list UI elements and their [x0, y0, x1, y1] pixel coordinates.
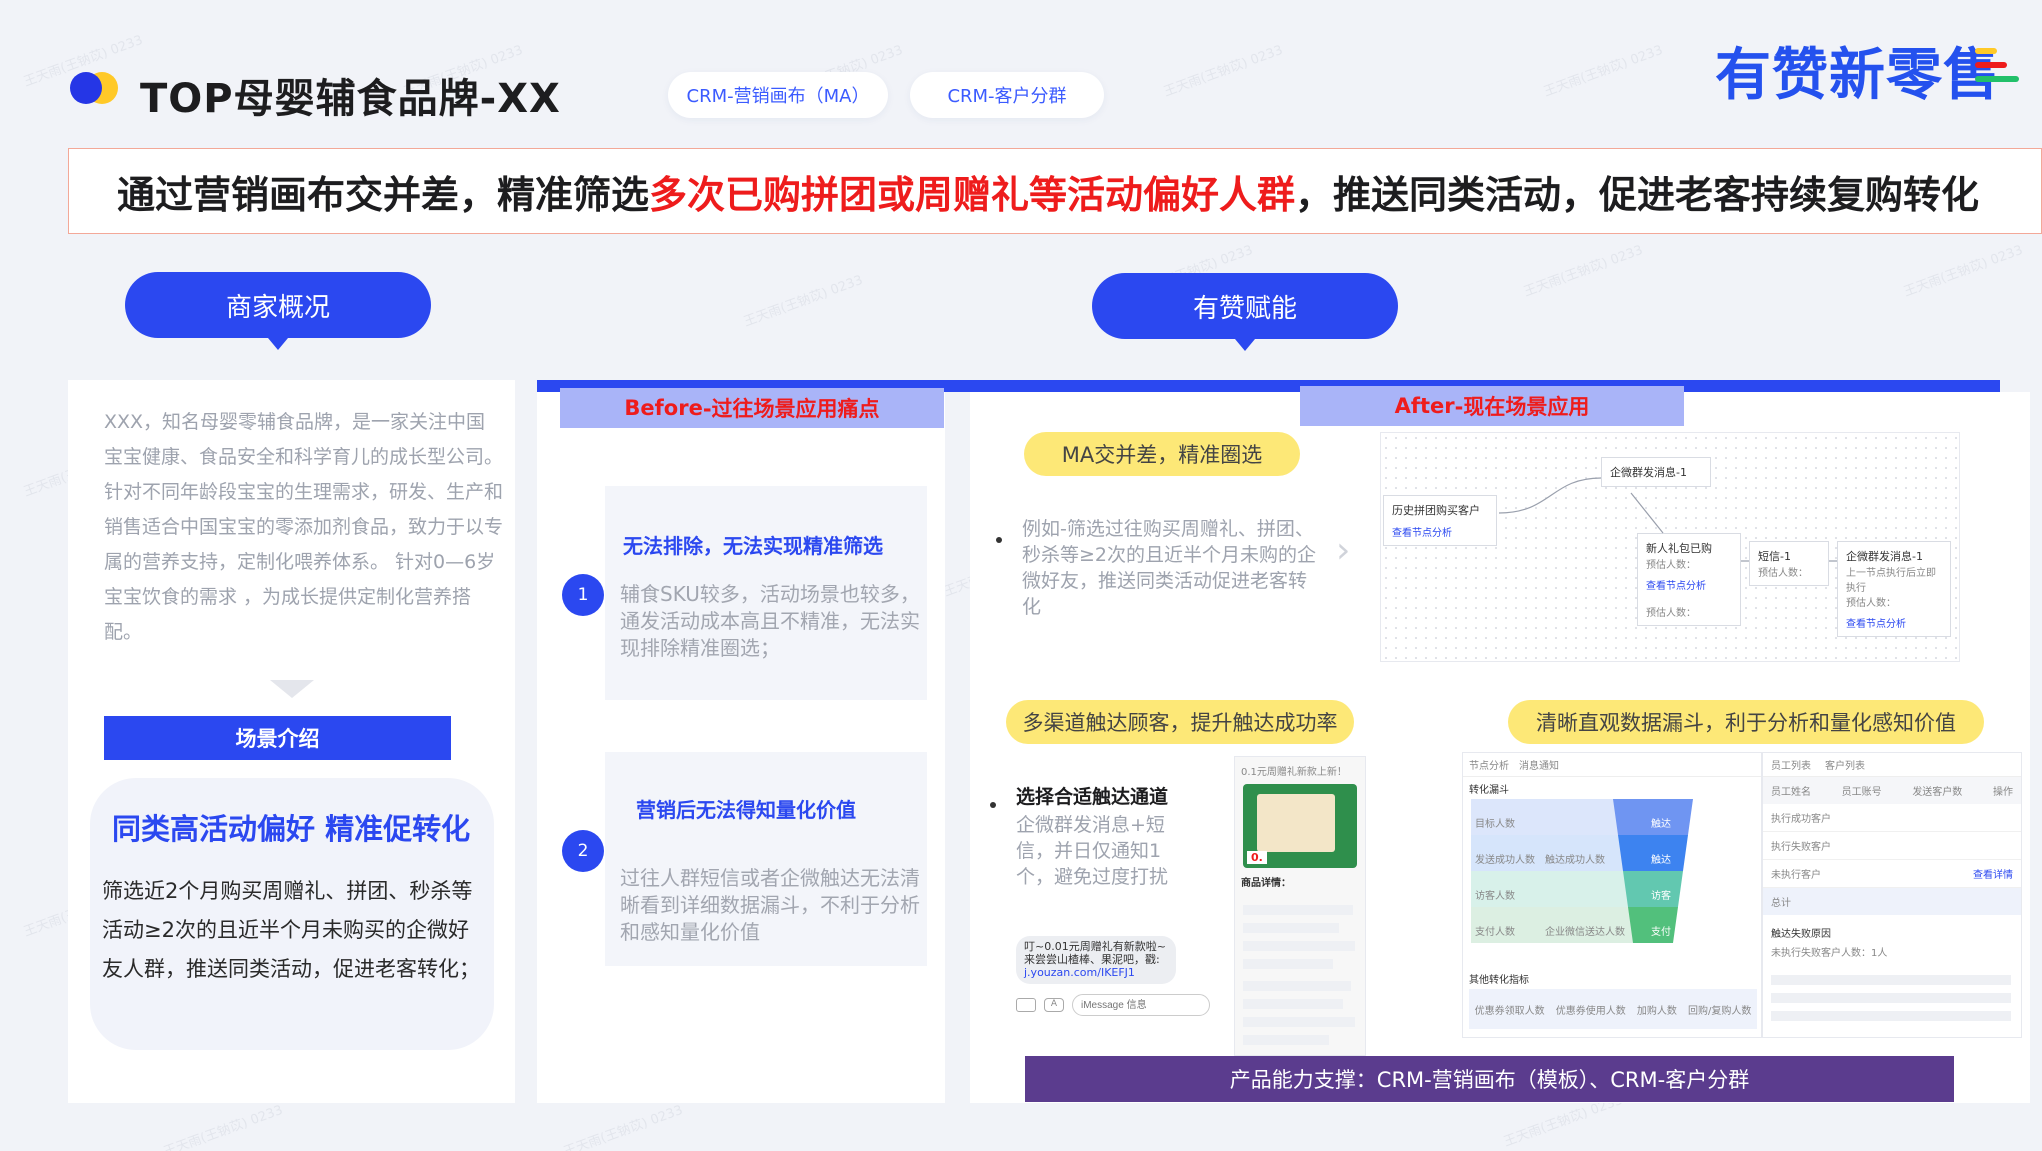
funnel-row-4: 支付人数: [1475, 927, 1515, 938]
headline-highlight: 多次已购拼团或周赠礼等活动偏好人群: [649, 172, 1296, 217]
bullet-dot-icon: [996, 528, 1002, 547]
canvas-screenshot: 历史拼团购买客户 查看节点分析 企微群发消息-1 新人礼包已购 预估人数： 查看…: [1380, 432, 1960, 662]
sms-input-bar: A: [1016, 992, 1226, 1018]
pain-text-1: 辅食SKU较多，活动场景也较多，通发活动成本高且不精准，无法实现排除精准圈选；: [620, 582, 920, 660]
banner-price: 0.: [1247, 851, 1267, 864]
customer-table-head: 员工姓名 员工账号 发送客户数 操作: [1763, 777, 2021, 804]
down-arrow-icon: [270, 680, 314, 698]
customer-tabs: 员工列表 客户列表: [1763, 753, 2021, 777]
bullet-dot-icon: [990, 793, 996, 812]
product-support-bar: 产品能力支撑：CRM-营销画布（模板）、CRM-客户分群: [1025, 1056, 1954, 1102]
feature-bullet-2-title: 选择合适触达通道: [1016, 786, 1169, 808]
funnel-tag-2: 触达: [1651, 855, 1671, 866]
phone-header: 0.1元周赠礼新款上新！: [1241, 767, 1347, 778]
funnel-tag-3: 访客: [1651, 891, 1671, 902]
funnel-metrics: 优惠券领取人数 优惠券使用人数 加购人数 回购/复购人数: [1469, 989, 1757, 1029]
imessage-input[interactable]: [1072, 994, 1210, 1016]
fail-reason-title: 触达失败原因: [1771, 929, 1831, 940]
funnel-screenshot: 节点分析 消息通知 转化漏斗 目标人数 发送成功人数 触达成功人数 访客人数 支…: [1462, 752, 1762, 1038]
camera-icon[interactable]: [1016, 998, 1036, 1012]
scene-body: 筛选近2个月购买周赠礼、拼团、秒杀等活动≥2次的且近半个月未购买的企微好友人群，…: [102, 879, 480, 981]
pain-title-2: 营销后无法得知量化价值: [636, 798, 856, 822]
col-staff-account: 员工账号: [1841, 787, 1882, 798]
table-row: 执行失败客户: [1763, 832, 2021, 860]
before-label: Before -过往场景应用痛点: [560, 388, 944, 428]
col-action: 操作: [1992, 787, 2013, 798]
feature-pill-3: 清晰直观数据漏斗，利于分析和量化感知价值: [1508, 700, 1984, 744]
chevron-right-icon: ›: [1336, 530, 1351, 571]
title-dots-icon: [70, 70, 120, 106]
after-label-red: After: [1394, 394, 1455, 418]
row-label: 未执行客户: [1771, 870, 1821, 881]
headline-band: 通过营销画布交并差，精准筛选 多次已购拼团或周赠礼等活动偏好人群 ，推送同类活动，促…: [68, 148, 2042, 234]
brand-bars-icon: [1975, 48, 2019, 92]
table-row: 总计: [1763, 888, 2021, 915]
funnel-tab-msg[interactable]: 消息通知: [1519, 757, 1559, 772]
after-label: After -现在场景应用: [1300, 386, 1684, 426]
headline-part2: ，推送同类活动，促进老客持续复购转化: [1295, 172, 1980, 217]
feature-pill-2: 多渠道触达顾客，提升触达成功率: [1006, 700, 1354, 744]
funnel-tab-node[interactable]: 节点分析: [1469, 757, 1509, 772]
phone-banner: 0.: [1243, 784, 1357, 868]
view-detail-link[interactable]: 查看详情: [1973, 866, 2013, 881]
feature-bullet-1: 例如-筛选过往购买周赠礼、拼团、秒杀等≥2次的且近半个月未购的企微好友，推送同类…: [1022, 518, 1317, 618]
funnel-row-3: 访客人数: [1475, 891, 1515, 902]
before-label-rest: -过往场景应用痛点: [702, 397, 880, 421]
funnel-tabs: 节点分析 消息通知: [1463, 753, 1761, 777]
pain-text-2: 过往人群短信或者企微触达无法清晰看到详细数据漏斗，不利于分析和感知量化价值: [620, 866, 920, 944]
product-image: [1257, 794, 1335, 852]
metric-repurchase: 回购/复购人数: [1688, 1005, 1752, 1017]
bubble-merchant-overview: 商家概况: [125, 272, 431, 350]
customer-table-screenshot: 员工列表 客户列表 员工姓名 员工账号 发送客户数 操作 执行成功客户 执行失败…: [1762, 752, 2022, 1038]
pain-number-1: 1: [562, 574, 604, 616]
table-row: 执行成功客户: [1763, 804, 2021, 832]
col-staff-name: 员工姓名: [1771, 787, 1811, 798]
sms-text: 叮~0.01元周赠礼有新款啦~来尝尝山楂棒、果泥吧，戳:: [1024, 940, 1166, 966]
pain-title-1: 无法排除，无法实现精准筛选: [623, 534, 883, 558]
scene-label: 场景介绍: [104, 716, 451, 760]
feature-pill-1: MA交并差，精准圈选: [1024, 432, 1300, 476]
tab-customer-list[interactable]: 客户列表: [1825, 757, 1865, 772]
funnel-row-1: 目标人数: [1475, 819, 1515, 830]
tab-staff-list[interactable]: 员工列表: [1771, 757, 1811, 772]
pain-number-2: 2: [562, 830, 604, 872]
fail-reason-row: 未执行失败客户人数：1人: [1771, 948, 1888, 959]
funnel-row-2b: 触达成功人数: [1545, 855, 1605, 866]
bubble-youzan-empower: 有赞赋能: [1092, 273, 1398, 351]
after-label-rest: -现在场景应用: [1454, 395, 1590, 419]
phone-section: 商品详情：: [1241, 878, 1291, 889]
metric-coupon-get: 优惠券领取人数: [1474, 1005, 1545, 1017]
table-row: 未执行客户 查看详情: [1763, 860, 2021, 888]
funnel-tag-4: 支付: [1651, 927, 1671, 938]
funnel-tag-1: 触达: [1651, 819, 1671, 830]
tag-crm-ma[interactable]: CRM-营销画布（MA）: [668, 72, 888, 118]
sms-link[interactable]: j.youzan.com/IKEFJ1: [1024, 966, 1168, 979]
brand-logo: 有赞新零售: [1715, 43, 2000, 108]
merchant-intro: XXX，知名母婴零辅食品牌，是一家关注中国宝宝健康、食品安全和科学育儿的成长型公…: [104, 411, 504, 643]
col-send-count: 发送客户数: [1912, 787, 1963, 798]
headline-part1: 通过营销画布交并差，精准筛选: [117, 172, 650, 217]
funnel-section2-title: 其他转化指标: [1469, 975, 1529, 986]
canvas-connectors: [1498, 477, 1837, 562]
feature-bullet-2: 企微群发消息+短信，并日仅通知1个，避免过度打扰: [1016, 814, 1169, 888]
page-title: TOP母婴辅食品牌-XX: [140, 76, 561, 122]
phone-screenshot: 0.1元周赠礼新款上新！ 0. 商品详情：: [1234, 756, 1366, 1056]
scene-title: 同类高活动偏好 精准促转化: [112, 812, 471, 846]
metric-coupon-use: 优惠券使用人数: [1555, 1005, 1626, 1017]
metric-add-cart: 加购人数: [1636, 1005, 1677, 1017]
appstore-icon[interactable]: A: [1044, 998, 1064, 1012]
sms-bubble: 叮~0.01元周赠礼有新款啦~来尝尝山楂棒、果泥吧，戳: j.youzan.co…: [1016, 936, 1176, 984]
funnel-row-2: 发送成功人数: [1475, 855, 1535, 866]
before-label-red: Before: [624, 396, 703, 420]
funnel-row-4b: 企业微信送达人数: [1545, 927, 1625, 938]
tag-crm-segment[interactable]: CRM-客户分群: [910, 72, 1104, 118]
